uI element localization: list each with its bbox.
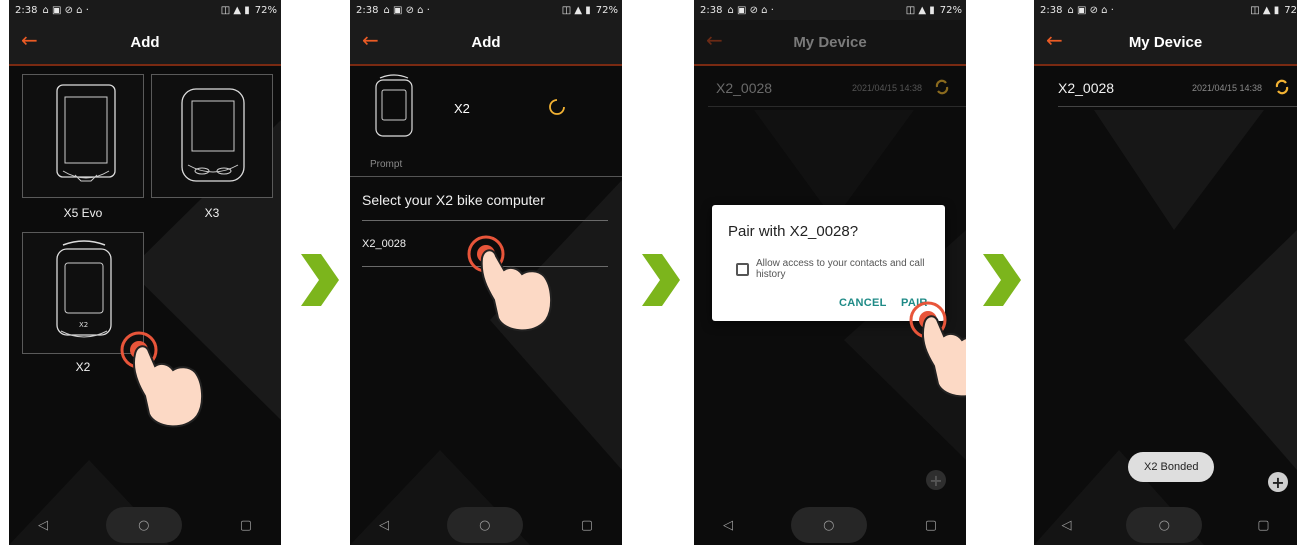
- toast-message: X2 Bonded: [1128, 452, 1215, 482]
- svg-text:X2: X2: [79, 321, 88, 329]
- battery-percent: 72%: [254, 4, 277, 16]
- status-time: 2:38: [15, 4, 38, 16]
- nav-recent-icon[interactable]: ▢: [925, 518, 937, 533]
- battery-percent: 72%: [939, 4, 962, 16]
- divider: [362, 220, 608, 221]
- nav-back-icon[interactable]: ◁: [1061, 518, 1071, 533]
- tap-hand-icon: [120, 331, 203, 428]
- device-row-name[interactable]: X2_0028: [1058, 80, 1114, 96]
- battery-percent: 72%: [595, 4, 618, 16]
- screen-add-device-list: 2:38 ⌂ ▣ ⊘ ⌂ · ◫ ▲ ▮ 72% ← Add X5 Evo X3: [9, 0, 281, 545]
- signal-icons: ◫ ▲ ▮: [1250, 4, 1280, 16]
- screen-add-select-device: 2:38 ⌂ ▣ ⊘ ⌂ · ◫ ▲ ▮ 72% ← Add X2 Prompt S…: [350, 0, 622, 545]
- list-item[interactable]: X2_0028: [362, 238, 406, 250]
- notification-icons: ⌂ ▣ ⊘ ⌂ ·: [727, 4, 774, 16]
- battery-percent: 72: [1284, 4, 1297, 16]
- arrow-left-icon[interactable]: ←: [706, 28, 723, 52]
- tap-hand-icon: [467, 235, 552, 332]
- nav-home-button[interactable]: ○: [105, 507, 182, 543]
- app-bar: ← My Device: [694, 20, 966, 66]
- device-row-timestamp: 2021/04/15 14:38: [852, 83, 923, 93]
- divider: [350, 176, 622, 177]
- cancel-button[interactable]: CANCEL: [839, 297, 887, 309]
- x3-device-image: [181, 88, 245, 182]
- device-label-x3: X3: [204, 206, 220, 220]
- nav-home-button[interactable]: ○: [1126, 507, 1203, 543]
- page-title: My Device: [793, 33, 867, 51]
- app-bar: ← Add: [9, 20, 281, 66]
- app-bar: ← My Device: [1034, 20, 1297, 66]
- arrow-left-icon[interactable]: ←: [21, 28, 38, 52]
- divider: [708, 106, 966, 107]
- device-name: X2: [454, 101, 470, 116]
- device-card-x5-evo[interactable]: [22, 74, 144, 198]
- status-bar: 2:38 ⌂ ▣ ⊘ ⌂ · ◫ ▲ ▮ 72%: [350, 0, 622, 20]
- nav-recent-icon[interactable]: ▢: [581, 518, 593, 533]
- system-nav-bar: ◁ ○ ▢: [9, 505, 281, 545]
- page-title: Add: [130, 33, 160, 51]
- status-time: 2:38: [1040, 4, 1063, 16]
- status-time: 2:38: [356, 4, 379, 16]
- signal-icons: ◫ ▲ ▮: [905, 4, 935, 16]
- arrow-left-icon[interactable]: ←: [1046, 28, 1063, 52]
- signal-icons: ◫ ▲ ▮: [561, 4, 591, 16]
- dialog-title: Pair with X2_0028?: [728, 223, 859, 240]
- chevron-right-icon: [983, 254, 1021, 306]
- system-nav-bar: ◁ ○ ▢: [694, 505, 966, 545]
- system-nav-bar: ◁ ○ ▢: [350, 505, 622, 545]
- status-bar: 2:38 ⌂ ▣ ⊘ ⌂ · ◫ ▲ ▮ 72: [1034, 0, 1297, 20]
- app-bar: ← Add: [350, 20, 622, 66]
- nav-home-icon: ○: [1158, 517, 1170, 533]
- status-time: 2:38: [700, 4, 723, 16]
- plus-icon[interactable]: +: [1268, 472, 1288, 492]
- status-bar: 2:38 ⌂ ▣ ⊘ ⌂ · ◫ ▲ ▮ 72%: [694, 0, 966, 20]
- instruction-text: Select your X2 bike computer: [362, 192, 545, 208]
- device-row-timestamp: 2021/04/15 14:38: [1192, 83, 1263, 93]
- device-card-x3[interactable]: [151, 74, 273, 198]
- nav-recent-icon[interactable]: ▢: [1257, 518, 1269, 533]
- arrow-left-icon[interactable]: ←: [362, 28, 379, 52]
- nav-home-icon: ○: [138, 517, 150, 533]
- device-row-name[interactable]: X2_0028: [716, 80, 772, 96]
- notification-icons: ⌂ ▣ ⊘ ⌂ ·: [383, 4, 430, 16]
- nav-home-button[interactable]: ○: [446, 507, 523, 543]
- device-label-x5-evo: X5 Evo: [63, 206, 103, 220]
- page-title: Add: [471, 33, 501, 51]
- nav-home-icon: ○: [479, 517, 491, 533]
- contacts-checkbox[interactable]: [736, 263, 749, 276]
- x5-evo-device-image: [56, 84, 116, 182]
- status-bar: 2:38 ⌂ ▣ ⊘ ⌂ · ◫ ▲ ▮ 72%: [9, 0, 281, 20]
- screen-my-device-pair-dialog: 2:38 ⌂ ▣ ⊘ ⌂ · ◫ ▲ ▮ 72% ← My Device X2_00…: [694, 0, 966, 545]
- nav-back-icon[interactable]: ◁: [38, 518, 48, 533]
- page-title: My Device: [1128, 33, 1203, 51]
- sync-icon[interactable]: [1274, 79, 1290, 95]
- plus-icon[interactable]: +: [926, 470, 946, 490]
- screen-my-device-bonded: 2:38 ⌂ ▣ ⊘ ⌂ · ◫ ▲ ▮ 72 ← My Device X2_002…: [1034, 0, 1297, 545]
- chevron-right-icon: [642, 254, 680, 306]
- signal-icons: ◫ ▲ ▮: [220, 4, 250, 16]
- tap-hand-icon: [909, 301, 966, 398]
- system-nav-bar: ◁ ○ ▢: [1034, 505, 1297, 545]
- notification-icons: ⌂ ▣ ⊘ ⌂ ·: [1067, 4, 1114, 16]
- sync-icon[interactable]: [934, 79, 950, 95]
- notification-icons: ⌂ ▣ ⊘ ⌂ ·: [42, 4, 89, 16]
- x2-device-thumbnail: [375, 74, 413, 137]
- nav-back-icon[interactable]: ◁: [379, 518, 389, 533]
- checkbox-label: Allow access to your contacts and call h…: [756, 258, 925, 280]
- loading-spinner-icon: [549, 99, 565, 115]
- nav-recent-icon[interactable]: ▢: [240, 518, 252, 533]
- chevron-right-icon: [301, 254, 339, 306]
- nav-home-icon: ○: [823, 517, 835, 533]
- divider: [1058, 106, 1297, 107]
- nav-home-button[interactable]: ○: [790, 507, 867, 543]
- prompt-label: Prompt: [370, 159, 403, 170]
- nav-back-icon[interactable]: ◁: [723, 518, 733, 533]
